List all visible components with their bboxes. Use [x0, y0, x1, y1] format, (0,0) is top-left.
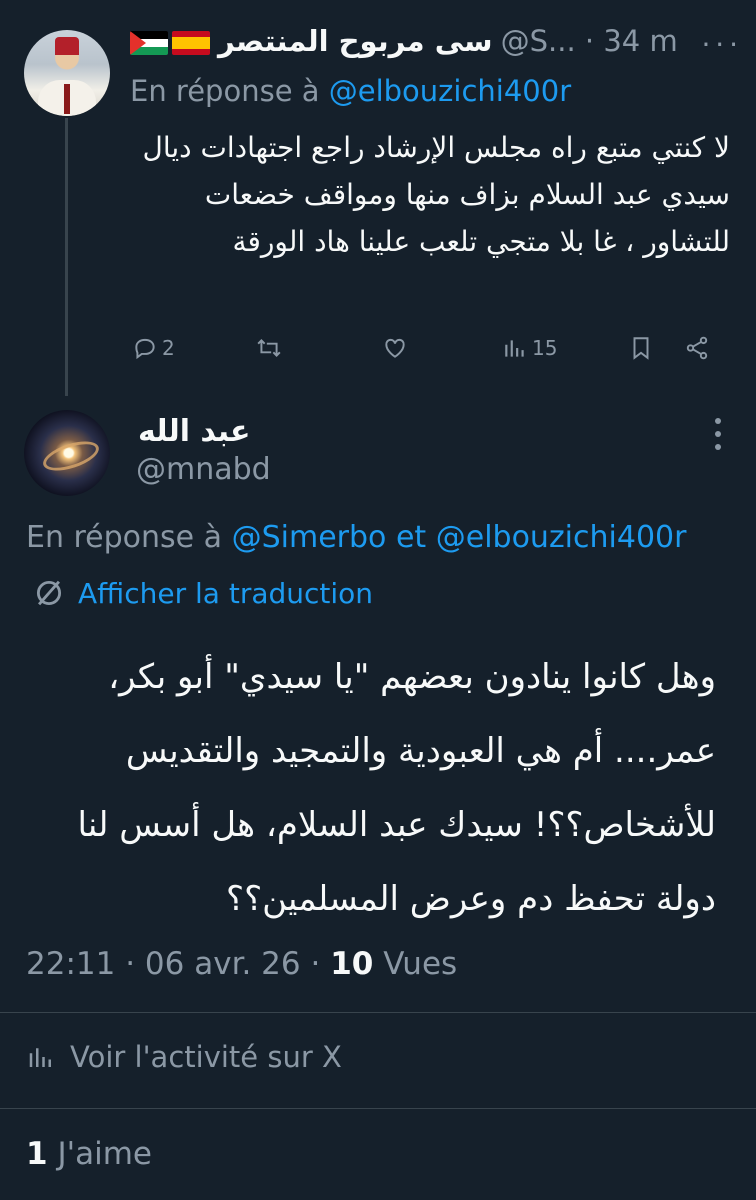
- likes-label: J'aime: [57, 1136, 152, 1172]
- views-label: Vues: [383, 946, 458, 982]
- tweet-date[interactable]: 06 avr. 26: [145, 946, 301, 982]
- reply-count: 2: [162, 336, 175, 360]
- main-handle[interactable]: @mnabd: [136, 452, 271, 487]
- tweet-time[interactable]: 22:11: [26, 946, 115, 982]
- reply-to-link[interactable]: @elbouzichi400r: [329, 74, 571, 108]
- parent-display-name[interactable]: سى مربوح المنتصر: [218, 24, 493, 58]
- views-count: 15: [532, 336, 558, 360]
- views-icon: [505, 340, 524, 357]
- reply-to-link-1[interactable]: @Simerbo: [232, 520, 387, 555]
- like-icon: [385, 338, 405, 358]
- view-activity-button[interactable]: Voir l'activité sur X: [26, 1040, 342, 1074]
- translate-icon: [36, 580, 62, 606]
- tweet-meta: 22:11 · 06 avr. 26 · 10 Vues: [26, 946, 457, 982]
- share-button[interactable]: [684, 328, 710, 368]
- parent-header: سى مربوح المنتصر @S... · 34 m: [130, 24, 736, 68]
- separator-dot: ·: [575, 24, 604, 58]
- reply-prefix: En réponse à: [130, 74, 320, 108]
- parent-handle[interactable]: @S...: [501, 24, 576, 58]
- parent-tweet-text: لا كنتي متبع راه مجلس الإرشاد راجع اجتها…: [142, 131, 730, 258]
- parent-more-icon[interactable]: · · ·: [701, 28, 737, 61]
- parent-tweet[interactable]: سى مربوح المنتصر @S... · 34 m · · · En ré…: [0, 0, 756, 396]
- like-button[interactable]: [382, 328, 412, 368]
- likes-count: 1: [26, 1136, 48, 1172]
- repost-button[interactable]: [256, 328, 286, 368]
- bookmark-icon: [633, 337, 649, 360]
- views-button[interactable]: 15: [502, 328, 557, 368]
- reply-joiner: et: [395, 520, 427, 555]
- translate-label: Afficher la traduction: [78, 576, 374, 610]
- reply-prefix: En réponse à: [26, 520, 223, 555]
- translate-link[interactable]: Afficher la traduction: [32, 576, 373, 610]
- activity-label: Voir l'activité sur X: [70, 1040, 342, 1074]
- repost-icon: [257, 339, 281, 357]
- parent-time[interactable]: 34 m: [603, 24, 677, 58]
- parent-avatar[interactable]: [24, 30, 110, 116]
- parent-action-bar: 2 15: [132, 328, 722, 368]
- main-tweet-text: وهل كانوا ينادون بعضهم "يا سيدي" أبو بكر…: [77, 657, 716, 919]
- bookmark-button[interactable]: [628, 328, 654, 368]
- views-total: 10: [330, 946, 374, 982]
- main-reply-context: En réponse à @Simerbo et @elbouzichi400r: [26, 520, 686, 555]
- main-avatar[interactable]: [24, 410, 110, 496]
- analytics-icon: [29, 1048, 51, 1067]
- reply-button[interactable]: 2: [132, 328, 175, 368]
- palestine-flag-icon: [130, 31, 168, 55]
- likes-summary[interactable]: 1 J'aime: [26, 1136, 152, 1172]
- reply-to-link-2[interactable]: @elbouzichi400r: [436, 520, 687, 555]
- main-display-name[interactable]: عبد الله: [138, 414, 251, 449]
- thread-connector: [65, 118, 68, 396]
- main-more-icon[interactable]: [714, 418, 722, 462]
- separator-dot: ·: [125, 946, 145, 982]
- divider: [0, 1108, 756, 1109]
- separator-dot: ·: [310, 946, 331, 982]
- parent-reply-context: En réponse à @elbouzichi400r: [130, 74, 571, 108]
- share-icon: [686, 336, 708, 360]
- divider: [0, 1012, 756, 1013]
- spain-flag-icon: [172, 31, 210, 55]
- reply-icon: [135, 338, 155, 360]
